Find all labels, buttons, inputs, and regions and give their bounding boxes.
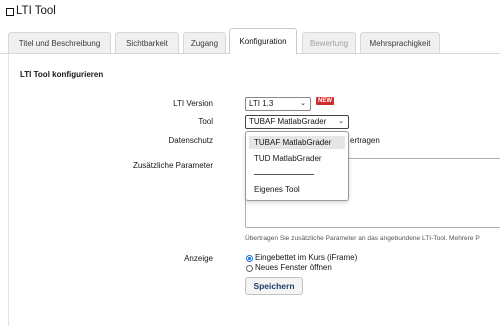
window-icon <box>6 8 14 16</box>
tool-value: TUBAF MatlabGrader <box>249 117 327 126</box>
params-help-text: Übertragen Sie zusätzliche Parameter an … <box>245 235 480 242</box>
page-title: LTI Tool <box>16 5 56 17</box>
tab-mehrsprachigkeit[interactable]: Mehrsprachigkeit <box>360 32 440 53</box>
anzeige-label: Anzeige <box>184 254 213 263</box>
params-label: Zusätzliche Parameter <box>132 161 213 170</box>
lti-version-label: LTI Version <box>173 99 213 108</box>
save-button[interactable]: Speichern <box>245 277 303 295</box>
radio-iframe-label: Eingebettet im Kurs (iFrame) <box>255 253 358 262</box>
datenschutz-label: Datenschutz <box>168 136 213 145</box>
tool-option-tud[interactable]: TUD MatlabGrader <box>249 152 345 165</box>
tool-select[interactable]: TUBAF MatlabGrader ⌄ <box>245 115 349 129</box>
lti-version-select[interactable]: LTI 1.3 ⌄ <box>245 97 311 111</box>
datenschutz-text: ertragen <box>350 136 380 145</box>
radio-new-window[interactable] <box>246 265 253 272</box>
tool-option-eigenes[interactable]: Eigenes Tool <box>249 183 345 196</box>
chevron-down-icon: ⌄ <box>338 118 344 125</box>
tool-dropdown-list: TUBAF MatlabGrader TUD MatlabGrader Eige… <box>245 131 349 201</box>
section-title: LTI Tool konfigurieren <box>20 70 104 79</box>
tab-konfiguration[interactable]: Konfiguration <box>229 28 297 54</box>
tab-bewertung: Bewertung <box>302 32 356 53</box>
tab-titel-und-beschreibung[interactable]: Titel und Beschreibung <box>8 32 111 53</box>
tool-label: Tool <box>198 117 213 126</box>
tool-option-tubaf[interactable]: TUBAF MatlabGrader <box>249 136 345 149</box>
tab-zugang[interactable]: Zugang <box>183 32 226 53</box>
new-badge: NEW <box>316 97 334 105</box>
radio-new-window-label: Neues Fenster öffnen <box>255 263 332 272</box>
radio-iframe[interactable] <box>246 255 253 262</box>
chevron-down-icon: ⌄ <box>300 100 306 107</box>
tab-sichtbarkeit[interactable]: Sichtbarkeit <box>115 32 179 53</box>
lti-version-value: LTI 1.3 <box>249 99 274 108</box>
tool-option-separator <box>254 174 314 175</box>
